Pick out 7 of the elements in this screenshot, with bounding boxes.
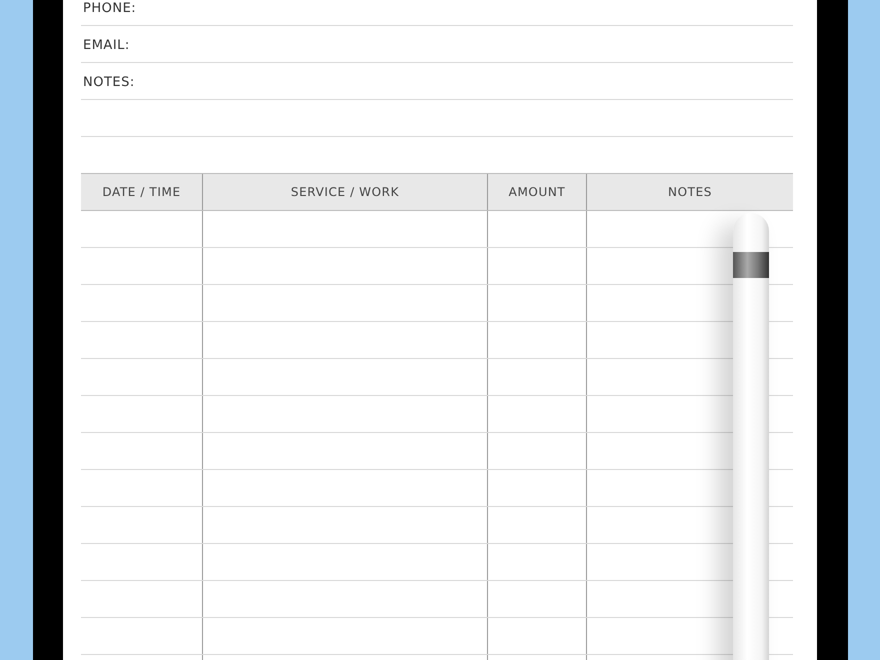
field-label: NOTES:: [82, 75, 135, 90]
column-header: DATE / TIME: [102, 185, 181, 199]
column-header: SERVICE / WORK: [290, 185, 400, 199]
column-header: AMOUNT: [508, 185, 566, 199]
field-label: PHONE:: [82, 1, 136, 16]
field-label: EMAIL:: [82, 38, 130, 53]
column-header: NOTES: [668, 185, 712, 199]
